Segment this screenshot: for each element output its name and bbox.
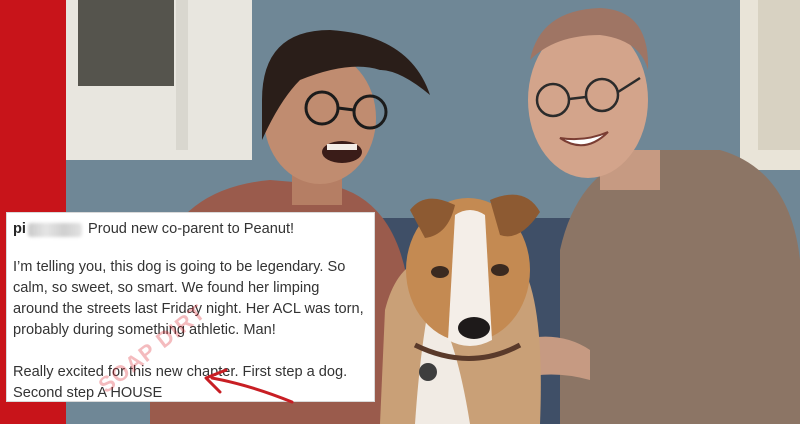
annotation-arrow <box>204 368 294 404</box>
photo-scene: pi Proud new co-parent to Peanut! I’m te… <box>0 0 800 424</box>
